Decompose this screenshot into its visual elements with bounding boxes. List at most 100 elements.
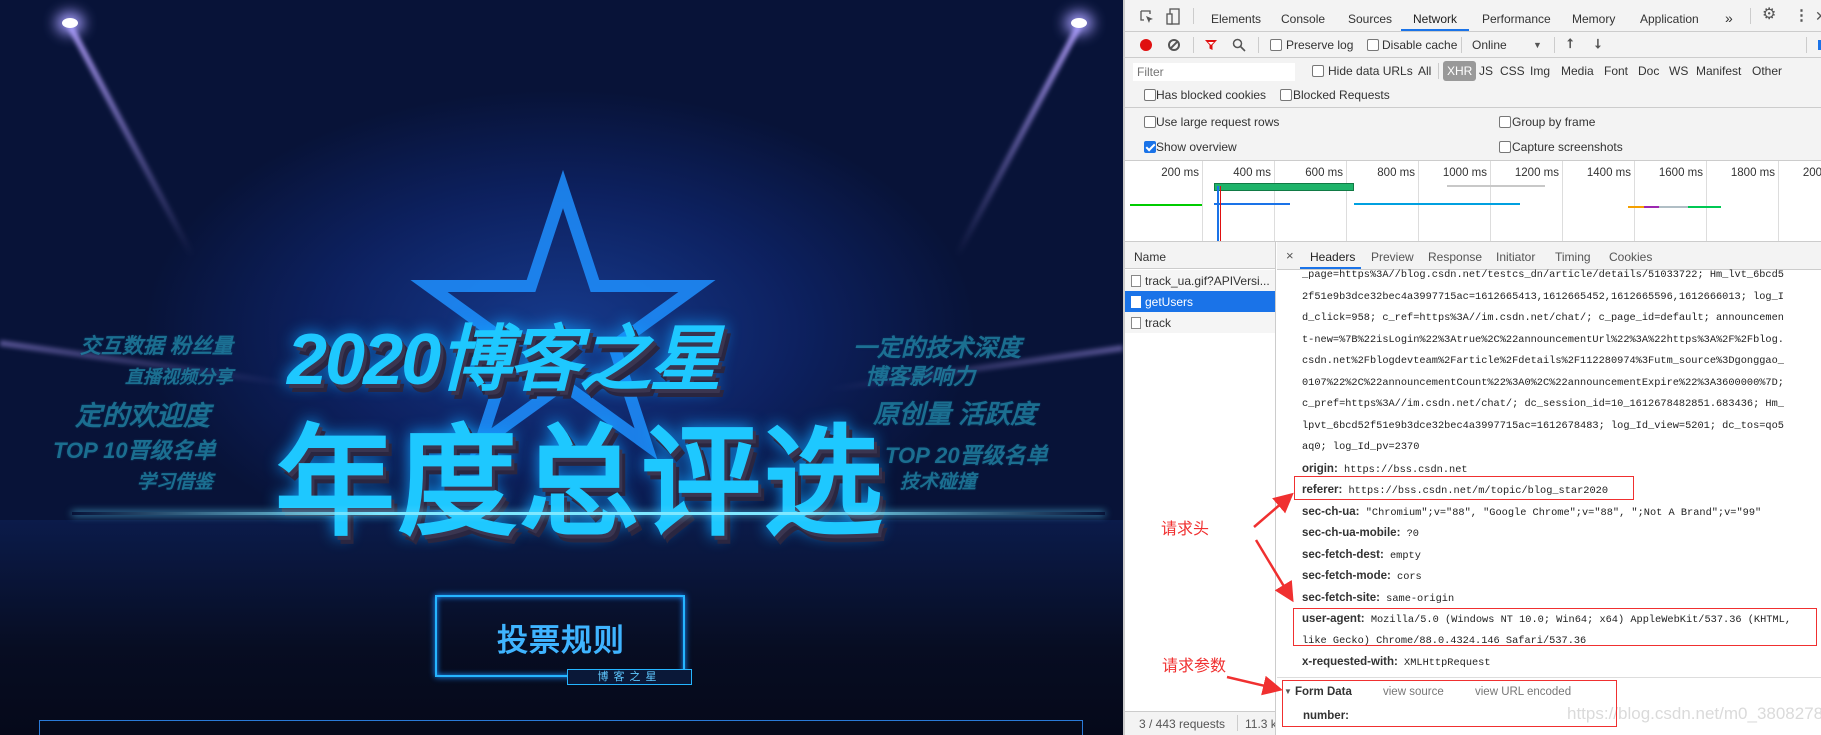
tab-initiator[interactable]: Initiator <box>1496 250 1535 264</box>
header-key: sec-ch-ua: <box>1302 505 1360 518</box>
capture-screenshots-label: Capture screenshots <box>1512 140 1623 154</box>
banner-tag: 学习借鉴 <box>137 472 214 493</box>
close-detail-icon[interactable]: × <box>1286 249 1294 263</box>
request-row[interactable]: track <box>1125 312 1275 333</box>
web-page-banner: 交互数据 粉丝量 直播视频分享 定的欢迎度 TOP 10晋级名单 学习借鉴 一定… <box>0 0 1123 735</box>
active-tab-indicator <box>1300 267 1361 269</box>
type-filter-img[interactable]: Img <box>1530 64 1550 78</box>
filter-icon[interactable] <box>1204 38 1218 52</box>
timeline-gridline <box>1490 161 1491 241</box>
tab-network[interactable]: Network <box>1413 12 1457 26</box>
request-row-selected[interactable]: getUsers <box>1125 291 1275 312</box>
record-icon[interactable] <box>1140 39 1152 51</box>
request-name: track_ua.gif?APIVersi... <box>1145 274 1270 288</box>
preserve-log-checkbox[interactable] <box>1270 39 1282 51</box>
divider <box>1438 63 1439 79</box>
timeline-tick-label: 1600 ms <box>1658 167 1703 179</box>
header-key: x-requested-with: <box>1302 656 1398 668</box>
filter-input[interactable] <box>1133 63 1295 81</box>
header-value: t-new=%7B%22isLogin%22%3Atrue%2C%22annou… <box>1302 333 1784 346</box>
tab-performance[interactable]: Performance <box>1482 12 1551 26</box>
timeline-tick-label: 1400 ms <box>1586 167 1631 179</box>
banner-tag: 定的欢迎度 <box>75 401 210 431</box>
type-filter-xhr[interactable]: XHR <box>1443 61 1477 81</box>
header-value: XMLHttpRequest <box>1404 657 1491 669</box>
header-line: sec-fetch-site: same-origin <box>1302 591 1454 606</box>
request-name: getUsers <box>1145 295 1194 309</box>
use-large-rows-checkbox[interactable] <box>1144 116 1156 128</box>
timeline-gridline <box>1418 161 1419 241</box>
network-overview[interactable]: 200 ms 400 ms 600 ms 800 ms 1000 ms 1200 ms 14… <box>1125 161 1821 242</box>
show-overview-checkbox[interactable] <box>1144 141 1156 153</box>
type-filter-media[interactable]: Media <box>1561 64 1594 78</box>
tab-preview[interactable]: Preview <box>1371 250 1414 264</box>
filter-bar: Hide data URLs All XHR JS CSS Img Media … <box>1125 58 1821 108</box>
request-row[interactable]: track_ua.gif?APIVersi... <box>1125 270 1275 291</box>
waterfall-bar <box>1354 203 1520 205</box>
tab-elements[interactable]: Elements <box>1211 12 1261 26</box>
type-filter-doc[interactable]: Doc <box>1638 64 1659 78</box>
referer-highlight-box <box>1294 476 1634 500</box>
header-value: same-origin <box>1386 592 1455 605</box>
search-icon[interactable] <box>1232 38 1246 52</box>
waterfall-bar <box>1447 185 1545 187</box>
blocked-requests-checkbox[interactable] <box>1280 89 1292 101</box>
vote-rules-button[interactable]: 投票规则 博客之星 <box>423 587 699 690</box>
close-devtools-icon[interactable]: ✕ <box>1815 9 1821 23</box>
tab-sources[interactable]: Sources <box>1348 12 1392 26</box>
type-filter-ws[interactable]: WS <box>1669 64 1688 78</box>
hide-data-urls-checkbox[interactable] <box>1312 65 1324 77</box>
waterfall-bar <box>1644 206 1659 208</box>
content-box <box>39 720 1083 735</box>
divider <box>1237 715 1238 731</box>
more-tabs-button[interactable]: » <box>1725 11 1733 25</box>
timeline-tick-label: 600 ms <box>1305 167 1343 179</box>
file-icon <box>1131 296 1141 308</box>
disable-cache-checkbox[interactable] <box>1367 39 1379 51</box>
tab-memory[interactable]: Memory <box>1572 12 1615 26</box>
header-key: sec-fetch-dest: <box>1302 548 1384 561</box>
tab-cookies[interactable]: Cookies <box>1609 250 1652 264</box>
timeline-tick-label: 1000 ms <box>1442 167 1487 179</box>
user-agent-highlight-box <box>1293 608 1817 646</box>
timeline-tick-label: 200 ms <box>1161 167 1199 179</box>
import-har-icon[interactable]: ⭡ <box>1567 37 1573 51</box>
name-column-header[interactable]: Name <box>1125 242 1275 269</box>
group-by-frame-checkbox[interactable] <box>1499 116 1511 128</box>
file-icon <box>1131 317 1141 329</box>
header-value: 0107%22%2C%22announcementCount%22%3A0%2C… <box>1302 376 1784 389</box>
tab-console[interactable]: Console <box>1281 12 1325 26</box>
more-options-icon[interactable]: ⋮ <box>1794 8 1809 23</box>
timeline-tick-label: 400 ms <box>1233 167 1271 179</box>
tab-application[interactable]: Application <box>1640 12 1699 26</box>
header-value: lpvt_6bcd52f51e9b3dce32bec4a3997715ac=16… <box>1302 419 1784 432</box>
device-toolbar-icon[interactable] <box>1166 8 1180 25</box>
type-filter-other[interactable]: Other <box>1752 64 1782 78</box>
header-value: aq0; log_Id_pv=2370 <box>1302 441 1420 453</box>
type-filter-manifest[interactable]: Manifest <box>1696 64 1741 78</box>
type-filter-js[interactable]: JS <box>1479 64 1493 78</box>
tab-response[interactable]: Response <box>1428 250 1482 264</box>
header-key: sec-fetch-site: <box>1302 591 1380 604</box>
capture-screenshots-checkbox[interactable] <box>1499 141 1511 153</box>
tab-timing[interactable]: Timing <box>1555 250 1591 264</box>
clear-icon[interactable] <box>1168 39 1180 51</box>
type-filter-css[interactable]: CSS <box>1500 64 1525 78</box>
chevron-down-icon[interactable]: ▼ <box>1533 38 1542 52</box>
settings-gear-icon[interactable]: ⚙ <box>1762 7 1776 23</box>
throttling-select[interactable]: Online <box>1472 38 1507 52</box>
group-by-frame-label: Group by frame <box>1512 115 1596 129</box>
type-filter-all[interactable]: All <box>1418 64 1431 78</box>
export-har-icon[interactable]: ⭣ <box>1595 37 1601 51</box>
tab-headers[interactable]: Headers <box>1310 250 1355 264</box>
type-filter-font[interactable]: Font <box>1604 64 1628 78</box>
form-data-highlight-box <box>1282 680 1617 727</box>
timeline-tick-label: 1200 ms <box>1514 167 1559 179</box>
divider <box>1554 37 1555 53</box>
disable-cache-label: Disable cache <box>1382 38 1458 52</box>
inspect-element-icon[interactable] <box>1140 10 1154 24</box>
header-line: aq0; log_Id_pv=2370 <box>1302 440 1419 454</box>
network-toolbar: Preserve log Disable cache Online ▼ ⭡ ⭣ <box>1125 32 1821 58</box>
header-line: c_pref=https%3A//im.csdn.net/chat/; dc_s… <box>1302 397 1784 411</box>
has-blocked-cookies-checkbox[interactable] <box>1144 89 1156 101</box>
